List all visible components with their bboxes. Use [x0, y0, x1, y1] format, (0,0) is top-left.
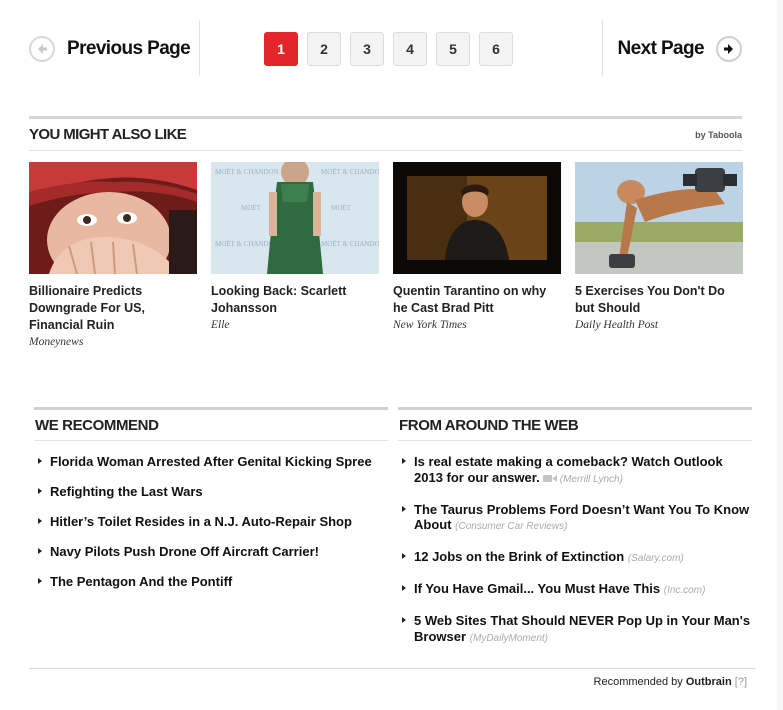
- link-text[interactable]: Refighting the Last Wars: [50, 484, 203, 499]
- bullet-icon: [402, 585, 406, 591]
- list-item[interactable]: Refighting the Last Wars: [34, 484, 388, 500]
- from-around-the-web-section: FROM AROUND THE WEB Is real estate makin…: [398, 407, 752, 661]
- source-label: (Merrill Lynch): [559, 473, 623, 485]
- help-link[interactable]: [?]: [735, 676, 747, 688]
- recommendation-card[interactable]: Billionaire Predicts Downgrade For US, F…: [29, 162, 197, 348]
- page-5-button[interactable]: 5: [436, 32, 470, 66]
- source-label: (Consumer Car Reviews): [455, 521, 568, 532]
- bullet-icon: [402, 553, 406, 559]
- section-header: YOU MIGHT ALSO LIKE by Taboola: [29, 116, 742, 151]
- svg-text:MOËT: MOËT: [241, 204, 262, 212]
- section-title: YOU MIGHT ALSO LIKE: [29, 126, 187, 143]
- next-page-link[interactable]: Next Page: [618, 35, 742, 63]
- page-3-button[interactable]: 3: [350, 32, 384, 66]
- you-might-also-like-widget: YOU MIGHT ALSO LIKE by Taboola Billionai…: [29, 116, 743, 348]
- recommendation-card[interactable]: Quentin Tarantino on why he Cast Brad Pi…: [393, 162, 561, 331]
- source-label: (Salary.com): [627, 553, 684, 564]
- page-numbers: 1 2 3 4 5 6: [264, 32, 513, 66]
- link-text[interactable]: If You Have Gmail... You Must Have This: [414, 581, 660, 596]
- list-item[interactable]: Hitler’s Toilet Resides in a N.J. Auto-R…: [34, 514, 388, 530]
- link-text[interactable]: The Pentagon And the Pontiff: [50, 574, 232, 589]
- section-header: WE RECOMMEND: [34, 407, 388, 441]
- svg-text:MOËT & CHANDON: MOËT & CHANDON: [215, 240, 279, 248]
- card-title[interactable]: Looking Back: Scarlett Johansson: [211, 283, 379, 317]
- bullet-icon: [402, 505, 406, 512]
- outbrain-link[interactable]: Outbrain: [686, 676, 732, 688]
- bullet-icon: [402, 458, 406, 464]
- pagination: Previous Page 1 2 3 4 5 6 Next Page: [29, 20, 742, 76]
- bullet-icon: [38, 458, 42, 464]
- card-source: Elle: [211, 319, 230, 331]
- video-still-photo[interactable]: [393, 162, 561, 274]
- svg-text:MOËT: MOËT: [331, 204, 352, 212]
- arrow-right-icon: [716, 36, 742, 62]
- card-title[interactable]: Quentin Tarantino on why he Cast Brad Pi…: [393, 283, 561, 317]
- bullet-icon: [38, 578, 42, 584]
- dumbbell-exercise-photo[interactable]: [575, 162, 743, 274]
- divider: [199, 20, 200, 76]
- section-header: FROM AROUND THE WEB: [398, 407, 752, 441]
- link-text[interactable]: 5 Web Sites That Should NEVER Pop Up in …: [414, 613, 750, 644]
- link-text[interactable]: Hitler’s Toilet Resides in a N.J. Auto-R…: [50, 514, 352, 529]
- source-label: (MyDailyMoment): [469, 632, 548, 644]
- next-page-label: Next Page: [617, 38, 705, 59]
- we-recommend-section: WE RECOMMEND Florida Woman Arrested Afte…: [34, 407, 388, 604]
- recommended-by-label: Recommended by: [593, 676, 683, 688]
- scrollbar[interactable]: [777, 0, 783, 710]
- recommendation-list: Is real estate making a comeback? Watch …: [398, 454, 752, 646]
- section-title: WE RECOMMEND: [35, 416, 159, 434]
- svg-text:MOËT & CHANDON: MOËT & CHANDON: [215, 168, 279, 176]
- svg-text:MOËT & CHANDON: MOËT & CHANDON: [321, 168, 379, 176]
- footer-divider: [29, 668, 756, 669]
- source-label: (Inc.com): [663, 585, 706, 596]
- previous-page-label: Previous Page: [67, 38, 191, 59]
- link-text[interactable]: Florida Woman Arrested After Genital Kic…: [50, 454, 372, 469]
- card-title[interactable]: 5 Exercises You Don't Do but Should: [575, 283, 743, 317]
- previous-page-link[interactable]: Previous Page: [29, 35, 191, 63]
- elderly-man-photo[interactable]: [29, 162, 197, 274]
- card-source: Moneynews: [29, 336, 84, 348]
- bullet-icon: [38, 548, 42, 554]
- divider: [602, 20, 603, 76]
- green-dress-red-carpet-photo[interactable]: MOËT & CHANDON MOËT & CHANDON MOËT & CHA…: [211, 162, 379, 274]
- page-4-button[interactable]: 4: [393, 32, 427, 66]
- arrow-left-icon: [29, 36, 55, 62]
- link-text[interactable]: Navy Pilots Push Drone Off Aircraft Carr…: [50, 544, 319, 559]
- list-item[interactable]: Is real estate making a comeback? Watch …: [398, 454, 752, 487]
- page-2-button[interactable]: 2: [307, 32, 341, 66]
- list-item[interactable]: 5 Web Sites That Should NEVER Pop Up in …: [398, 613, 752, 646]
- recommendation-card[interactable]: MOËT & CHANDON MOËT & CHANDON MOËT & CHA…: [211, 162, 379, 331]
- list-item[interactable]: The Taurus Problems Ford Doesn’t Want Yo…: [398, 502, 752, 535]
- list-item[interactable]: If You Have Gmail... You Must Have This …: [398, 581, 752, 599]
- card-source: New York Times: [393, 319, 467, 331]
- page-1-button[interactable]: 1: [264, 32, 298, 66]
- outbrain-footer: Recommended by Outbrain [?]: [594, 676, 747, 688]
- taboola-attribution[interactable]: by Taboola: [695, 130, 742, 140]
- list-item[interactable]: Navy Pilots Push Drone Off Aircraft Carr…: [34, 544, 388, 560]
- recommendation-card[interactable]: 5 Exercises You Don't Do but Should Dail…: [575, 162, 743, 331]
- card-source: Daily Health Post: [575, 319, 659, 331]
- bullet-icon: [38, 518, 42, 524]
- section-title: FROM AROUND THE WEB: [399, 416, 579, 434]
- page-6-button[interactable]: 6: [479, 32, 513, 66]
- recommendation-list: Florida Woman Arrested After Genital Kic…: [34, 454, 388, 590]
- list-item[interactable]: Florida Woman Arrested After Genital Kic…: [34, 454, 388, 470]
- svg-text:MOËT & CHANDON: MOËT & CHANDON: [321, 240, 379, 248]
- card-title[interactable]: Billionaire Predicts Downgrade For US, F…: [29, 283, 197, 334]
- list-item[interactable]: The Pentagon And the Pontiff: [34, 574, 388, 590]
- link-text[interactable]: 12 Jobs on the Brink of Extinction: [414, 549, 624, 564]
- list-item[interactable]: 12 Jobs on the Brink of Extinction (Sala…: [398, 549, 752, 567]
- bullet-icon: [402, 617, 406, 623]
- video-camera-icon: [542, 474, 557, 482]
- bullet-icon: [38, 488, 42, 494]
